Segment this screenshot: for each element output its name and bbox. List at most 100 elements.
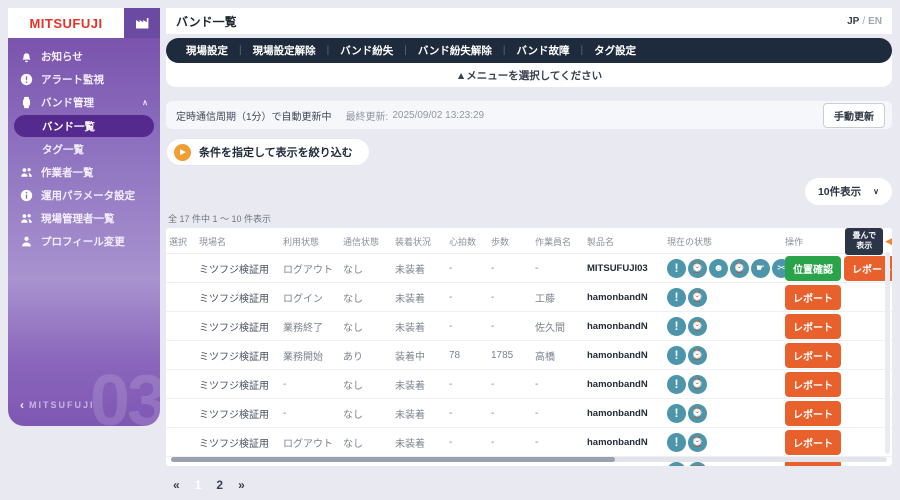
- sidebar-item-label: バンド一覧: [42, 119, 95, 134]
- cell-wear: 未装着: [392, 254, 446, 283]
- cell-hr: -: [446, 312, 488, 341]
- pagination-first[interactable]: «: [173, 478, 180, 492]
- sidebar-item-label: お知らせ: [41, 49, 83, 64]
- menu-item-3[interactable]: バンド紛失: [340, 43, 393, 58]
- cell-worker: 工藤: [532, 283, 584, 312]
- pagination-page-2[interactable]: 2: [216, 478, 223, 492]
- sidebar-item-label: 現場管理者一覧: [41, 211, 115, 226]
- cell-product: hamonbandN: [584, 399, 664, 428]
- menu-separator: |: [503, 45, 506, 56]
- manual-update-button[interactable]: 手動更新: [823, 103, 885, 128]
- horizontal-scrollbar-thumb[interactable]: [171, 457, 615, 462]
- sidebar-item-worker-list[interactable]: 作業者一覧: [8, 161, 160, 184]
- pagination-last[interactable]: »: [238, 478, 245, 492]
- menu-item-6[interactable]: タグ設定: [594, 43, 636, 58]
- report-button[interactable]: レポート: [785, 372, 841, 397]
- menu-item-1[interactable]: 現場設定: [186, 43, 228, 58]
- factory-icon[interactable]: [124, 8, 160, 38]
- cell-usage: ログイン: [280, 283, 340, 312]
- cell-steps: 1785: [488, 341, 532, 370]
- cell-worker: 高橋: [532, 341, 584, 370]
- column-header: 作業員名: [532, 228, 584, 254]
- sidebar-item-notifications[interactable]: お知らせ: [8, 45, 160, 68]
- sidebar-item-band-list[interactable]: バンド一覧: [14, 115, 154, 137]
- cell-site: ミツフジ検証用: [196, 312, 280, 341]
- band-status-icon: ⌚: [688, 404, 707, 423]
- report-button[interactable]: レポート: [785, 314, 841, 339]
- sidebar-item-site-manager-list[interactable]: 現場管理者一覧: [8, 207, 160, 230]
- auto-update-bar: 定時通信周期（1分）で自動更新中 最終更新: 2025/09/02 13:23:…: [166, 101, 892, 129]
- cell-select: [166, 370, 196, 399]
- band-status-icon: ⌚: [688, 462, 707, 466]
- alert-status-icon: !: [667, 462, 686, 466]
- collapse-display-tooltip[interactable]: 畳んで表示 ◀: [845, 228, 892, 255]
- chevron-left-icon: ‹: [20, 398, 24, 412]
- alert-status-icon: !: [667, 404, 686, 423]
- column-header: 製品名: [584, 228, 664, 254]
- info-circle-icon: [20, 189, 33, 202]
- page-size-select[interactable]: 10件表示 ∨: [805, 178, 892, 205]
- cell-hr: -: [446, 428, 488, 457]
- sidebar-item-alert-monitor[interactable]: アラート監視: [8, 68, 160, 91]
- report-button[interactable]: レポート: [785, 343, 841, 368]
- sidebar-collapse-button[interactable]: ‹ MITSUFUJI: [20, 398, 95, 412]
- cell-site: ミツフジ検証用: [196, 428, 280, 457]
- alert-status-icon: !: [667, 288, 686, 307]
- alert-status-icon: !: [667, 433, 686, 452]
- cell-actions: 位置確認レポート: [782, 254, 892, 283]
- page-size-row: 10件表示 ∨: [166, 178, 892, 205]
- sidebar-item-profile-change[interactable]: プロフィール変更: [8, 230, 160, 253]
- cell-current-status: !⌚☻⌚☛✂: [664, 254, 782, 283]
- sidebar-item-tag-list[interactable]: タグ一覧: [8, 138, 160, 161]
- cell-worker: -: [532, 370, 584, 399]
- sidebar-item-band-management[interactable]: バンド管理∧: [8, 91, 160, 114]
- menu-item-4[interactable]: バンド紛失解除: [418, 43, 492, 58]
- cell-actions: レポート: [782, 341, 892, 370]
- cell-wear: 未装着: [392, 283, 446, 312]
- pagination-page-1[interactable]: 1: [195, 478, 202, 492]
- column-header: 現在の状態: [664, 228, 782, 254]
- alert-status-icon: !: [667, 375, 686, 394]
- band-status-icon: ⌚: [688, 375, 707, 394]
- report-button[interactable]: レポート: [785, 401, 841, 426]
- cell-wear: 装着中: [392, 341, 446, 370]
- alert-status-icon: !: [667, 259, 686, 278]
- cell-wear: 未装着: [392, 312, 446, 341]
- sidebar-item-label: バンド管理: [41, 95, 94, 110]
- column-header: 選択: [166, 228, 196, 254]
- table-row: ミツフジ検証用業務終了なし未装着--佐久間hamonbandN!⌚レポート: [166, 312, 892, 341]
- menu-item-5[interactable]: バンド故障: [517, 43, 570, 58]
- table-row: ミツフジ検証用-なし未装着---hamonbandN!⌚レポート: [166, 370, 892, 399]
- cell-product: hamonbandN: [584, 370, 664, 399]
- lang-jp-button[interactable]: JP: [847, 16, 859, 27]
- filter-toggle-button[interactable]: ▶ 条件を指定して表示を絞り込む: [166, 138, 370, 166]
- cell-hr: -: [446, 254, 488, 283]
- cell-worker: -: [532, 254, 584, 283]
- band-table: 選択現場名利用状態通信状態装着状況心拍数歩数作業員名製品名現在の状態操作 ミツフ…: [166, 228, 892, 466]
- chevron-down-icon: ∨: [873, 187, 879, 196]
- cell-site: ミツフジ検証用: [196, 254, 280, 283]
- cell-wear: 未装着: [392, 399, 446, 428]
- horizontal-scrollbar[interactable]: [171, 457, 887, 462]
- report-button[interactable]: レポート: [785, 430, 841, 455]
- band-table-card: 選択現場名利用状態通信状態装着状況心拍数歩数作業員名製品名現在の状態操作 ミツフ…: [166, 228, 892, 466]
- table-row: ミツフジ検証用業務開始あり装着中781785高橋hamonbandN!⌚レポート: [166, 341, 892, 370]
- cell-hr: -: [446, 283, 488, 312]
- lang-en-button[interactable]: EN: [868, 16, 882, 27]
- locate-button[interactable]: 位置確認: [785, 256, 841, 281]
- band-status-icon: ⌚: [688, 259, 707, 278]
- band-status-icon: ⌚: [688, 288, 707, 307]
- page-title: バンド一覧: [176, 13, 237, 30]
- band-wear-status-icon: ⌚: [730, 259, 749, 278]
- column-header: 心拍数: [446, 228, 488, 254]
- sidebar-item-label: プロフィール変更: [41, 234, 125, 249]
- sidebar-item-label: 作業者一覧: [41, 165, 94, 180]
- vertical-scrollbar[interactable]: [885, 252, 890, 454]
- action-menu-bar: 現場設定|現場設定解除|バンド紛失|バンド紛失解除|バンド故障|タグ設定: [166, 38, 892, 63]
- person-status-icon: ☻: [709, 259, 728, 278]
- main-content: バンド一覧 JP/EN 現場設定|現場設定解除|バンド紛失|バンド紛失解除|バン…: [166, 8, 892, 492]
- report-button[interactable]: レポート: [785, 285, 841, 310]
- menu-item-2[interactable]: 現場設定解除: [253, 43, 316, 58]
- cell-usage: -: [280, 399, 340, 428]
- sidebar-item-operation-params[interactable]: 運用パラメータ設定: [8, 184, 160, 207]
